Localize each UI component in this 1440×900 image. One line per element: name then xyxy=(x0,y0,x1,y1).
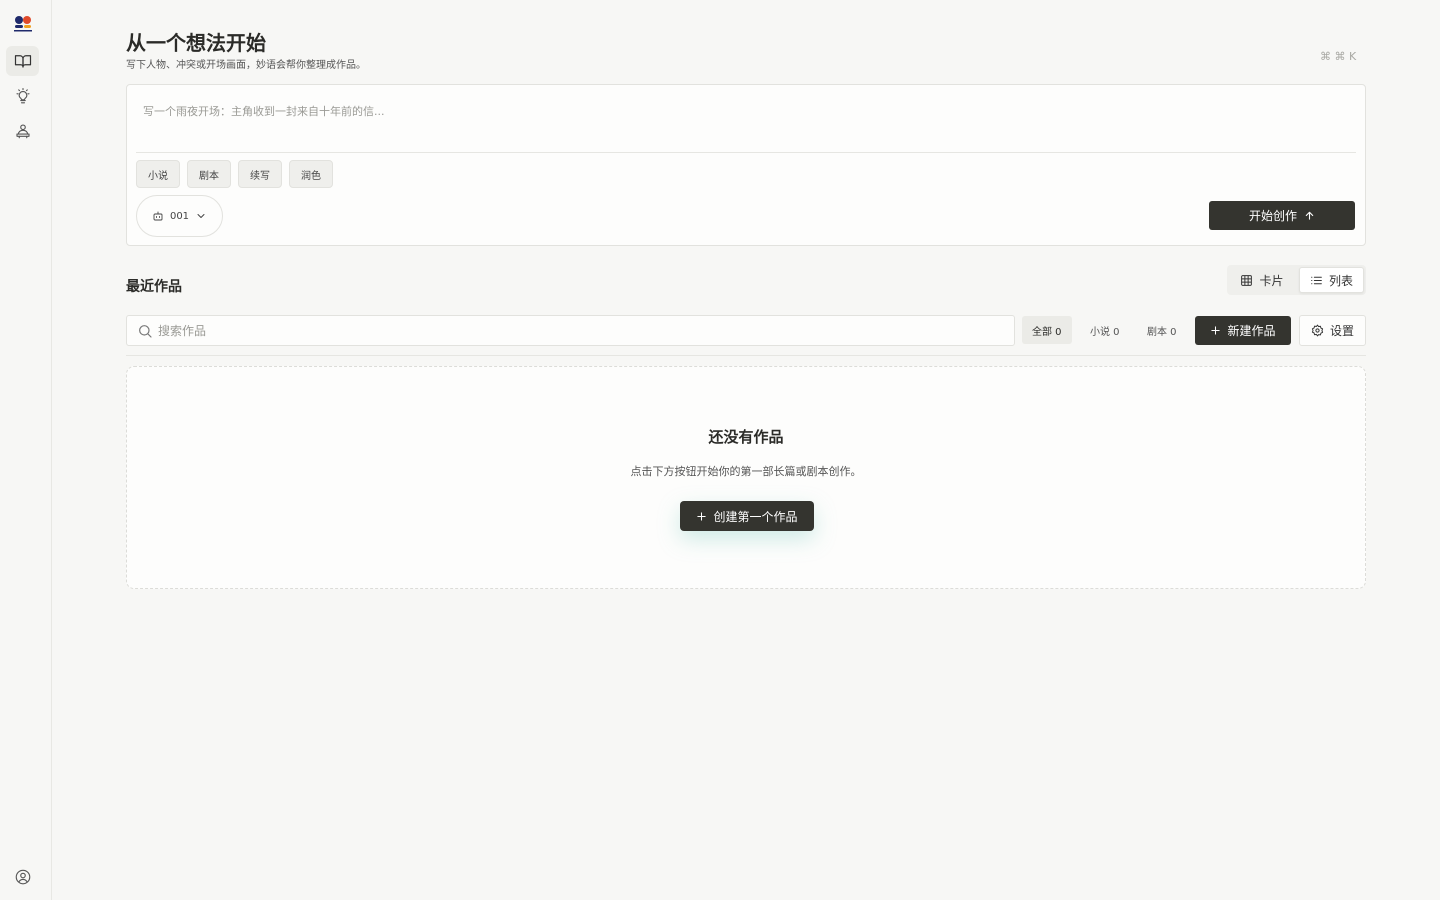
writer-icon xyxy=(15,124,30,139)
search-box xyxy=(126,315,1015,346)
page-subtitle: 写下人物、冲突或开场画面，妙语会帮你整理成作品。 xyxy=(126,60,366,71)
model-select[interactable]: 001 xyxy=(136,195,223,237)
profile-button[interactable] xyxy=(6,862,39,892)
new-work-button[interactable]: 新建作品 xyxy=(1195,316,1291,345)
search-input[interactable] xyxy=(158,321,998,341)
robot-icon xyxy=(153,211,163,221)
grid-icon xyxy=(1241,274,1253,286)
book-open-icon xyxy=(14,55,31,68)
view-card-button[interactable]: 卡片 xyxy=(1229,267,1295,293)
arrow-up-icon xyxy=(1305,211,1314,220)
list-icon xyxy=(1311,276,1322,284)
list-divider xyxy=(126,355,1366,356)
plus-icon xyxy=(1211,326,1221,335)
chip-polish[interactable]: 润色 xyxy=(289,160,333,188)
empty-state: 还没有作品 点击下方按钮开始你的第一部长篇或剧本创作。 创建第一个作品 xyxy=(126,366,1366,589)
idea-composer: 小说 剧本 续写 润色 001 开始创作 xyxy=(126,84,1366,246)
plus-icon xyxy=(697,511,707,521)
search-icon xyxy=(139,325,152,338)
gear-icon xyxy=(1311,324,1324,337)
filter-script[interactable]: 剧本 0 xyxy=(1137,316,1187,344)
view-list-label: 列表 xyxy=(1328,273,1353,288)
user-circle-icon xyxy=(15,869,30,885)
start-creating-label: 开始创作 xyxy=(1248,209,1297,223)
create-first-work-button[interactable]: 创建第一个作品 xyxy=(680,501,814,531)
recent-works-title: 最近作品 xyxy=(126,279,182,295)
filter-novel[interactable]: 小说 0 xyxy=(1080,316,1130,344)
command-shortcut-hint[interactable]: ⌘ ⌘ K xyxy=(1320,50,1356,63)
view-toggle: 卡片 列表 xyxy=(1227,265,1366,295)
new-work-label: 新建作品 xyxy=(1227,324,1276,338)
sidebar-item-writer[interactable] xyxy=(6,116,39,146)
app-logo[interactable] xyxy=(13,14,33,32)
settings-label: 设置 xyxy=(1329,324,1354,338)
page-title: 从一个想法开始 xyxy=(126,31,266,55)
model-label: 001 xyxy=(169,210,190,222)
empty-title: 还没有作品 xyxy=(708,428,784,446)
settings-button[interactable]: 设置 xyxy=(1299,315,1366,346)
view-card-label: 卡片 xyxy=(1259,273,1284,288)
view-list-button[interactable]: 列表 xyxy=(1299,267,1364,293)
lightbulb-icon xyxy=(15,87,30,104)
empty-description: 点击下方按钮开始你的第一部长篇或剧本创作。 xyxy=(630,465,862,478)
sidebar-item-works[interactable] xyxy=(6,46,39,76)
filter-all[interactable]: 全部 0 xyxy=(1022,316,1072,344)
start-creating-button[interactable]: 开始创作 xyxy=(1209,201,1355,230)
idea-input[interactable] xyxy=(143,101,1343,121)
chip-script[interactable]: 剧本 xyxy=(187,160,231,188)
sidebar xyxy=(0,0,52,900)
chevron-down-icon xyxy=(197,214,205,218)
chip-continue[interactable]: 续写 xyxy=(238,160,282,188)
composer-divider xyxy=(136,152,1356,153)
create-first-work-label: 创建第一个作品 xyxy=(713,509,798,524)
chip-novel[interactable]: 小说 xyxy=(136,160,180,188)
sidebar-item-ideas[interactable] xyxy=(6,81,39,111)
